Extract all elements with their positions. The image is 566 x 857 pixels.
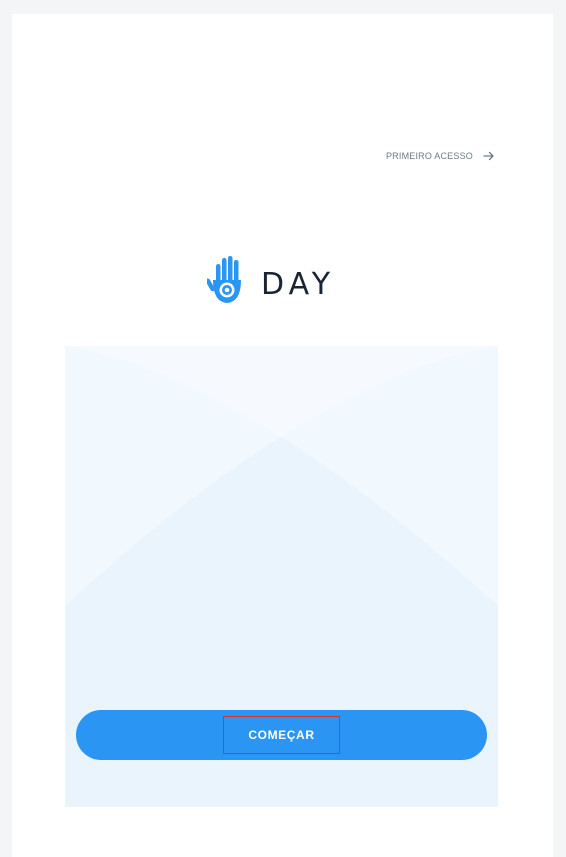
hand-icon — [207, 256, 241, 303]
first-access-label: PRIMEIRO ACESSO — [385, 151, 473, 161]
brand-logo: DAY — [207, 254, 335, 306]
welcome-screen: PRIMEIRO ACESSO DAY COMEÇAR — [12, 14, 553, 857]
brand-wordmark: DAY — [261, 266, 336, 302]
app-frame: PRIMEIRO ACESSO DAY COMEÇAR — [0, 0, 566, 857]
arrow-right-icon — [483, 151, 494, 161]
start-button-label: COMEÇAR — [223, 716, 340, 754]
first-access-link[interactable]: PRIMEIRO ACESSO — [386, 151, 495, 161]
start-button[interactable]: COMEÇAR — [76, 710, 487, 760]
